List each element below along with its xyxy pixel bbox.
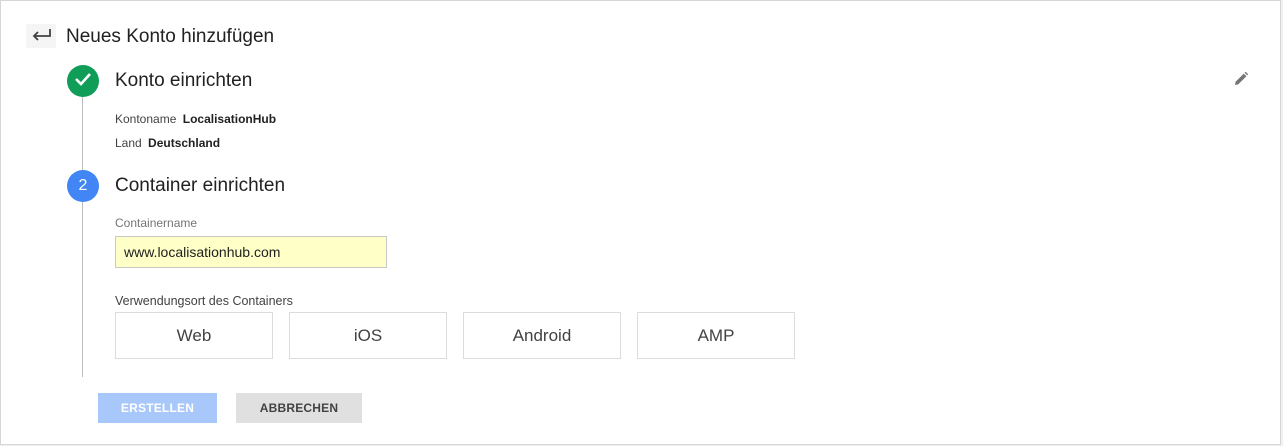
platform-web-button[interactable]: Web xyxy=(115,312,273,359)
edit-account-button[interactable] xyxy=(1231,71,1251,91)
step-2-title: Container einrichten xyxy=(115,175,286,196)
account-name-row: Kontoname LocalisationHub xyxy=(115,111,276,127)
country-value: Deutschland xyxy=(148,136,221,150)
account-name-label: Kontoname xyxy=(115,112,177,126)
step-connector-1 xyxy=(82,97,83,170)
account-name-value: LocalisationHub xyxy=(182,112,277,126)
container-name-label: Containername xyxy=(115,216,198,230)
platform-amp-button[interactable]: AMP xyxy=(637,312,795,359)
arrow-back-icon xyxy=(31,28,51,45)
step-connector-2 xyxy=(82,202,83,377)
pencil-icon xyxy=(1233,71,1249,92)
country-label: Land xyxy=(115,136,142,150)
platform-android-button[interactable]: Android xyxy=(463,312,621,359)
create-button[interactable]: ERSTELLEN xyxy=(98,393,217,423)
step-1-title: Konto einrichten xyxy=(115,70,253,91)
page-title: Neues Konto hinzufügen xyxy=(66,26,275,47)
platform-ios-button[interactable]: iOS xyxy=(289,312,447,359)
step-2-number-badge: 2 xyxy=(67,170,99,202)
check-icon xyxy=(74,72,92,91)
step-1-done-indicator xyxy=(67,65,99,97)
country-row: Land Deutschland xyxy=(115,135,220,151)
back-button[interactable] xyxy=(26,24,56,48)
usage-label: Verwendungsort des Containers xyxy=(115,294,293,308)
new-account-panel: Neues Konto hinzufügen Konto einrichten … xyxy=(0,0,1281,445)
container-name-input[interactable] xyxy=(115,236,387,268)
cancel-button[interactable]: ABBRECHEN xyxy=(236,393,362,423)
